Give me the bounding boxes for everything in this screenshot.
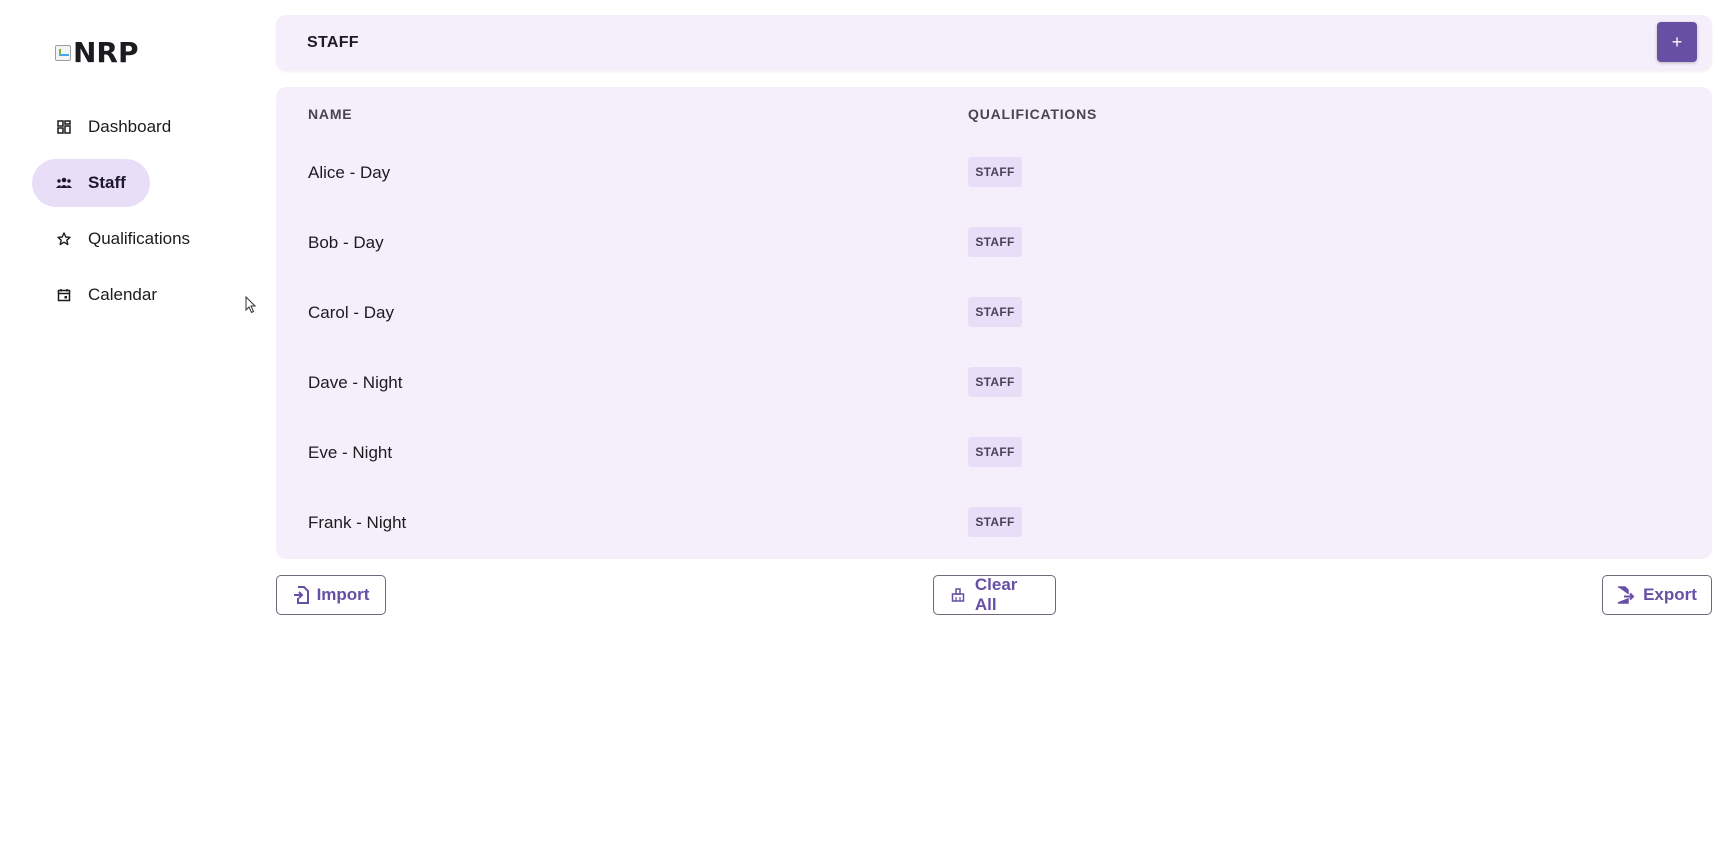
table-row[interactable]: Dave - Night STAFF	[276, 349, 1712, 419]
dashboard-icon	[56, 119, 72, 135]
calendar-icon	[56, 287, 72, 303]
broken-image-icon	[55, 44, 71, 61]
qualification-chip: STAFF	[968, 507, 1022, 537]
people-icon	[56, 175, 72, 191]
logo-text: NRP	[73, 36, 139, 69]
export-label: Export	[1643, 585, 1697, 604]
column-header-qualifications[interactable]: QUALIFICATIONS	[968, 106, 1097, 122]
table-row[interactable]: Alice - Day STAFF	[276, 139, 1712, 209]
qualification-chip: STAFF	[968, 157, 1022, 187]
sidebar-item-label: Qualifications	[88, 229, 191, 248]
sidebar-item-calendar[interactable]: Calendar	[32, 271, 181, 319]
sidebar-item-staff[interactable]: Staff	[32, 159, 150, 207]
import-label: Import	[316, 585, 370, 604]
sidebar-item-qualifications[interactable]: Qualifications	[32, 215, 214, 263]
staff-table: NAME QUALIFICATIONS Alice - Day STAFF Bo…	[276, 87, 1712, 559]
broom-icon	[950, 586, 967, 604]
page-header: STAFF +	[276, 15, 1712, 71]
staff-name: Bob - Day	[308, 233, 384, 252]
file-export-icon	[1617, 586, 1635, 604]
sidebar-item-label: Dashboard	[88, 117, 172, 136]
sidebar-item-label: Staff	[88, 173, 126, 192]
staff-name: Carol - Day	[308, 303, 394, 322]
plus-icon: +	[1671, 31, 1683, 52]
staff-name: Dave - Night	[308, 373, 403, 392]
sidebar-item-dashboard[interactable]: Dashboard	[32, 103, 195, 151]
file-import-icon	[293, 586, 309, 604]
clear-all-label: Clear All	[974, 575, 1018, 614]
sidebar: NRP Dashboard Staff Qualifications Calen…	[0, 0, 262, 862]
column-header-name[interactable]: NAME	[308, 106, 352, 122]
staff-name: Eve - Night	[308, 443, 393, 462]
logo[interactable]: NRP	[55, 36, 139, 69]
qualification-chip: STAFF	[968, 437, 1022, 467]
table-row[interactable]: Eve - Night STAFF	[276, 419, 1712, 489]
import-button[interactable]: Import	[276, 575, 386, 615]
qualification-chip: STAFF	[968, 227, 1022, 257]
page-title: STAFF	[307, 34, 359, 51]
table-row[interactable]: Carol - Day STAFF	[276, 279, 1712, 349]
qualification-chip: STAFF	[968, 367, 1022, 397]
staff-name: Alice - Day	[308, 163, 391, 182]
clear-all-button[interactable]: Clear All	[933, 575, 1056, 615]
export-button[interactable]: Export	[1602, 575, 1712, 615]
sidebar-item-label: Calendar	[88, 285, 157, 304]
add-staff-button[interactable]: +	[1657, 22, 1697, 62]
star-icon	[56, 231, 72, 247]
qualification-chip: STAFF	[968, 297, 1022, 327]
staff-name: Frank - Night	[308, 513, 407, 532]
table-row[interactable]: Frank - Night STAFF	[276, 489, 1712, 559]
table-row[interactable]: Bob - Day STAFF	[276, 209, 1712, 279]
mouse-cursor-icon	[245, 296, 257, 314]
